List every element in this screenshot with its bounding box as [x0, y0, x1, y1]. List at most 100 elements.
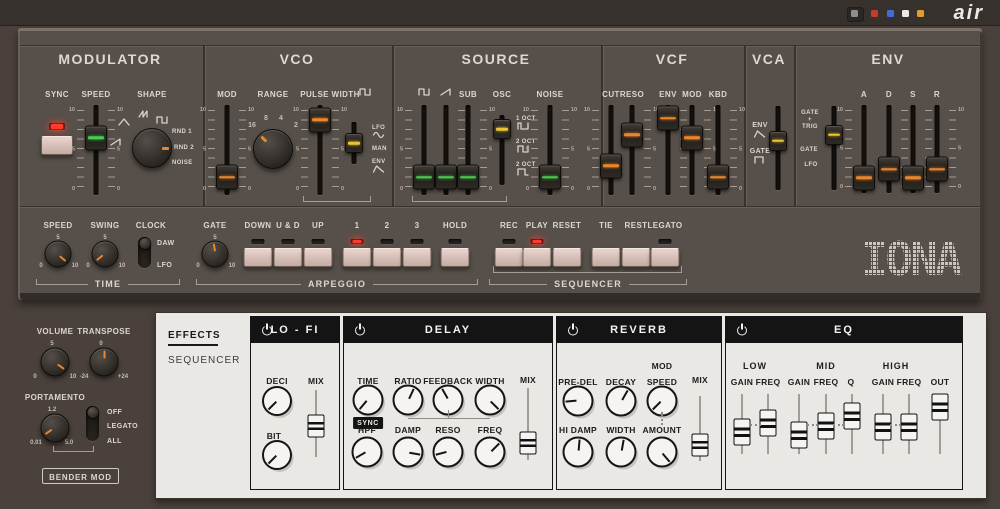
damp-knob[interactable]	[393, 437, 424, 468]
ratio-knob[interactable]	[393, 385, 424, 416]
modulator-speed-slider[interactable]: 1050 1050	[76, 103, 116, 197]
arp-2-button[interactable]	[373, 248, 402, 267]
tab-effects[interactable]: EFFECTS	[168, 331, 221, 341]
skin-swatch-red[interactable]	[871, 10, 878, 17]
bit-knob[interactable]	[262, 440, 292, 470]
arp-2-label: 2	[385, 222, 390, 230]
slider-handle[interactable]	[216, 165, 238, 190]
hpf-knob[interactable]	[352, 437, 383, 468]
sync-button[interactable]	[41, 136, 73, 155]
slider-handle[interactable]	[791, 422, 808, 449]
eq-high-freq-slider[interactable]	[899, 394, 919, 454]
seq-tie-button[interactable]	[592, 248, 621, 267]
arp-up-button[interactable]	[304, 248, 333, 267]
selector-handle[interactable]	[769, 131, 787, 151]
power-icon[interactable]	[353, 324, 366, 337]
noise-level-slider[interactable]: 1050 1050	[530, 103, 570, 197]
slider-handle[interactable]	[520, 432, 537, 455]
gate-knob[interactable]	[202, 241, 229, 268]
arp-speed-knob[interactable]	[45, 241, 72, 268]
reverb-width-knob[interactable]	[606, 437, 637, 468]
seq-rec-button[interactable]	[495, 248, 524, 267]
swing-knob[interactable]	[92, 241, 119, 268]
section-divider	[203, 46, 205, 206]
slider-handle[interactable]	[926, 157, 948, 182]
seq-play-button[interactable]	[523, 248, 552, 267]
eq-out-slider[interactable]	[930, 394, 950, 454]
slider-handle[interactable]	[309, 107, 331, 132]
skin-swatch-white[interactable]	[902, 10, 909, 17]
power-icon[interactable]	[735, 324, 748, 337]
delay-width-knob[interactable]	[475, 385, 506, 416]
eq-mid-gain-slider[interactable]	[789, 394, 809, 454]
arp-3-button[interactable]	[403, 248, 432, 267]
slider-handle[interactable]	[707, 165, 729, 190]
seq-rest-button[interactable]	[622, 248, 651, 267]
pulse-width-slider[interactable]: 1050 1050	[300, 103, 340, 197]
predel-knob[interactable]	[563, 386, 594, 417]
release-slider[interactable]: 1050	[917, 103, 957, 195]
slider-handle[interactable]	[901, 414, 918, 441]
arp-hold-button[interactable]	[441, 248, 470, 267]
selector-track[interactable]	[832, 106, 837, 190]
knob-scale: 10	[229, 263, 236, 269]
selector-handle[interactable]	[345, 133, 363, 153]
hidamp-knob[interactable]	[563, 437, 594, 468]
delay-reso-knob[interactable]	[433, 437, 464, 468]
toggle-handle[interactable]	[87, 407, 98, 418]
seq-reset-button[interactable]	[553, 248, 582, 267]
lofi-mix-slider[interactable]	[306, 390, 326, 457]
shape-knob[interactable]	[132, 128, 172, 168]
slider-handle[interactable]	[85, 125, 107, 150]
vca-mode-selector[interactable]	[766, 104, 790, 192]
range-knob[interactable]	[253, 129, 293, 169]
delay-time-knob[interactable]	[353, 385, 384, 416]
skin-swatch-gray[interactable]	[851, 10, 858, 17]
reverb-mix-slider[interactable]	[690, 396, 710, 461]
bender-mod-button[interactable]: BENDER MOD	[42, 468, 119, 484]
seq-legato-button[interactable]	[651, 248, 680, 267]
eq-low-freq-slider[interactable]	[758, 394, 778, 454]
slider-handle[interactable]	[308, 414, 325, 437]
deci-knob[interactable]	[262, 386, 292, 416]
arp-ud-button[interactable]	[274, 248, 303, 267]
sub-octave-selector[interactable]	[490, 113, 514, 187]
slider-handle[interactable]	[621, 122, 643, 147]
delay-mix-slider[interactable]	[518, 388, 538, 460]
eq-q-slider[interactable]	[842, 394, 862, 454]
eq-low-gain-slider[interactable]	[732, 394, 752, 454]
skin-swatch-orange[interactable]	[917, 10, 924, 17]
slider-handle[interactable]	[760, 410, 777, 437]
sub-level-slider[interactable]: 1050	[448, 103, 488, 197]
slider-handle[interactable]	[734, 419, 751, 446]
vco-mod-slider[interactable]: 1050 1050	[207, 103, 247, 197]
reverb-decay-knob[interactable]	[606, 386, 637, 417]
selector-handle[interactable]	[493, 119, 511, 139]
power-icon[interactable]	[566, 324, 579, 337]
slider-track[interactable]	[630, 105, 635, 195]
selector-handle[interactable]	[825, 125, 843, 145]
slider-handle[interactable]	[457, 165, 479, 190]
resonance-slider[interactable]: 1050	[612, 103, 652, 197]
pw-mode-selector[interactable]	[342, 120, 366, 166]
slider-handle[interactable]	[818, 412, 835, 439]
arp-down-button[interactable]	[244, 248, 273, 267]
amount-knob[interactable]	[647, 437, 678, 468]
toggle-handle[interactable]	[139, 238, 150, 249]
tab-sequencer[interactable]: SEQUENCER	[168, 356, 240, 366]
power-icon[interactable]	[260, 324, 273, 337]
clock-toggle[interactable]	[138, 237, 151, 268]
slider-handle[interactable]	[539, 165, 561, 190]
slider-handle[interactable]	[875, 414, 892, 441]
volume-knob[interactable]	[41, 348, 70, 377]
portamento-knob[interactable]	[41, 414, 70, 443]
skin-swatch-blue[interactable]	[887, 10, 894, 17]
slider-handle[interactable]	[692, 433, 709, 456]
portamento-mode-toggle[interactable]	[86, 406, 99, 441]
slider-handle[interactable]	[844, 402, 861, 429]
delay-freq-knob[interactable]	[475, 437, 506, 468]
slider-handle[interactable]	[932, 394, 949, 421]
transpose-knob[interactable]	[90, 348, 119, 377]
kbd-tracking-slider[interactable]: 1050	[698, 103, 738, 197]
arp-1-button[interactable]	[343, 248, 372, 267]
